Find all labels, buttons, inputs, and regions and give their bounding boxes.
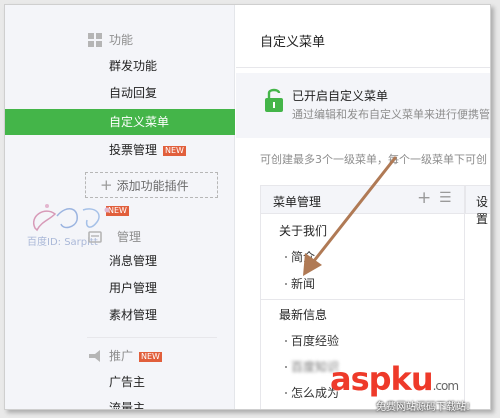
- sidebar-item-users[interactable]: 用户管理: [5, 275, 235, 301]
- app-window: 功能 群发功能 自动回复 自定义菜单 投票管理 NEW + 添加功能插件NEW 百度…: [4, 4, 491, 410]
- status-notice: 已开启自定义菜单 通过编辑和发布自定义菜单来进行便携管: [236, 73, 490, 138]
- submenu-item-baidu-exp[interactable]: 百度经验: [261, 328, 464, 354]
- sidebar-item-advertiser[interactable]: 广告主: [5, 369, 235, 395]
- plus-icon: +: [100, 176, 113, 194]
- section-label-manage: 管理: [117, 230, 142, 244]
- sidebar: 功能 群发功能 自动回复 自定义菜单 投票管理 NEW + 添加功能插件NEW 百度…: [5, 5, 235, 409]
- add-plugin-button[interactable]: + 添加功能插件NEW: [85, 172, 218, 216]
- add-menu-icon[interactable]: +: [417, 188, 431, 208]
- site-watermark: aspku.com 免费网站源码下载站!: [330, 360, 495, 415]
- bullet-icon: [285, 340, 287, 342]
- bullet-icon: [285, 366, 287, 368]
- new-badge: NEW: [163, 145, 186, 156]
- bullet-icon: [285, 256, 287, 258]
- menu-hint: 可创建最多3个一级菜单，每个一级菜单下可创: [260, 153, 487, 166]
- bullet-icon: [285, 283, 287, 285]
- sidebar-item-vote-manage[interactable]: 投票管理 NEW: [5, 137, 235, 163]
- menu-item-latest[interactable]: 最新信息: [261, 302, 464, 328]
- bullet-icon: [285, 392, 287, 394]
- sidebar-item-custom-menu[interactable]: 自定义菜单: [5, 109, 235, 135]
- menu-item-about[interactable]: 关于我们: [261, 218, 464, 244]
- grid-icon: [88, 33, 102, 47]
- unlock-icon: [265, 88, 283, 112]
- sidebar-item-materials[interactable]: 素材管理: [5, 302, 235, 328]
- title-divider: [236, 67, 490, 68]
- new-badge: NEW: [139, 351, 162, 362]
- sidebar-item-publisher[interactable]: 流量主: [5, 395, 235, 409]
- submenu-item-news[interactable]: 新闻: [261, 271, 464, 297]
- settings-header: 设置: [465, 186, 490, 226]
- menu-panel-header: 菜单管理 + ☰: [261, 186, 464, 214]
- submenu-item-intro[interactable]: 简介: [261, 244, 464, 270]
- sidebar-item-auto-reply[interactable]: 自动回复: [5, 80, 235, 106]
- sidebar-item-messages[interactable]: 消息管理: [5, 248, 235, 274]
- page-title: 自定义菜单: [260, 35, 326, 50]
- settings-title: 设置: [476, 195, 489, 226]
- section-label-function: 功能: [109, 33, 134, 47]
- sidebar-divider: [87, 337, 217, 338]
- sort-list-icon[interactable]: ☰: [439, 190, 452, 206]
- menu-group-divider: [261, 299, 464, 300]
- watermark-logo: [32, 204, 110, 232]
- sidebar-item-mass-send[interactable]: 群发功能: [5, 53, 235, 79]
- notice-subtitle: 通过编辑和发布自定义菜单来进行便携管: [292, 108, 490, 121]
- main-content: 自定义菜单 已开启自定义菜单 通过编辑和发布自定义菜单来进行便携管 可创建最多3…: [236, 5, 490, 409]
- section-label-promotion: 推广 NEW: [109, 349, 162, 363]
- menu-panel-title: 菜单管理: [273, 195, 322, 209]
- megaphone-icon: [89, 350, 100, 362]
- notice-title: 已开启自定义菜单: [292, 89, 389, 103]
- site-tagline: 免费网站源码下载站!: [376, 402, 471, 413]
- manage-icon: [88, 231, 102, 243]
- site-logo-text: aspku.com: [330, 360, 459, 398]
